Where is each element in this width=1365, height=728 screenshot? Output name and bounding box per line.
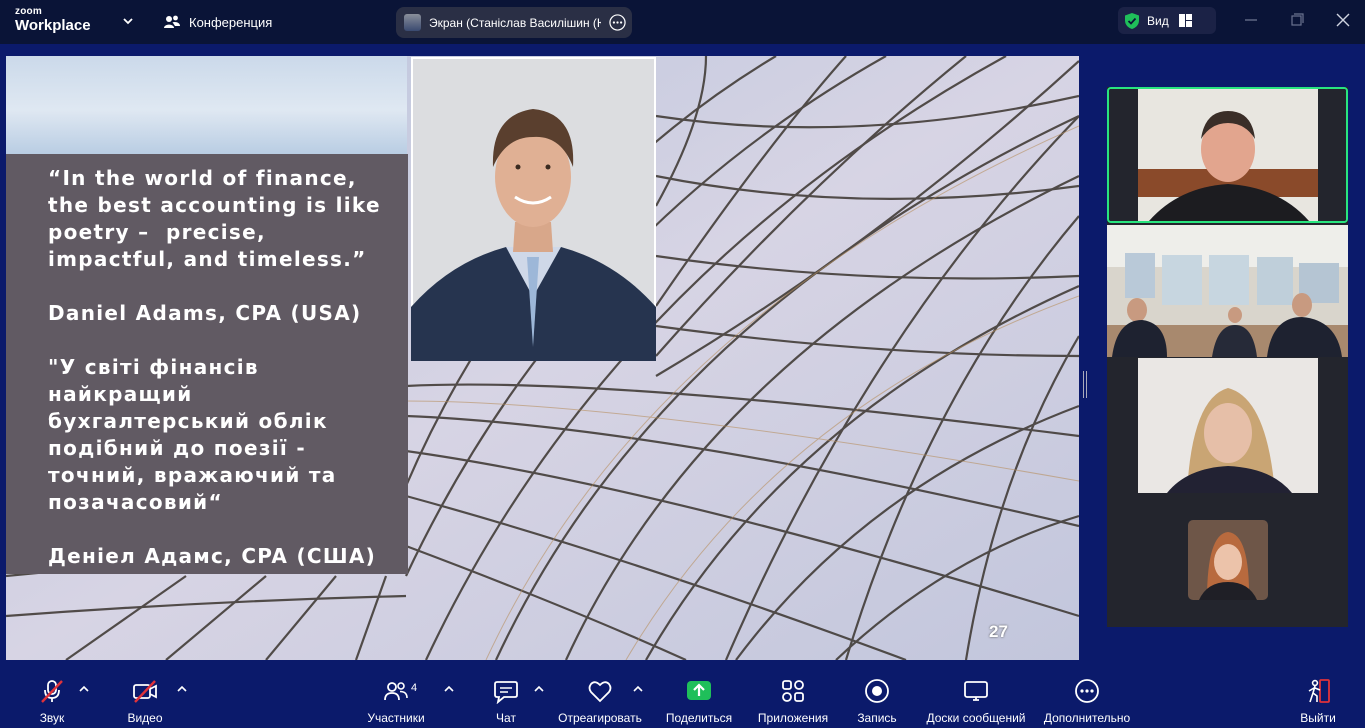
audio-label: Звук: [39, 711, 65, 725]
close-icon[interactable]: [1335, 12, 1351, 28]
quote-author-en: Daniel Adams, CPA (USA): [48, 301, 362, 325]
quote-line: “In the world of finance,: [48, 166, 357, 190]
quote-box: “In the world of finance, the best accou…: [6, 154, 408, 574]
quote-line: точний, вражаючий та: [48, 463, 337, 487]
zoom-logo[interactable]: zoom Workplace: [15, 6, 91, 34]
record-icon: [865, 679, 889, 703]
more-options-icon[interactable]: [609, 14, 626, 31]
participants-icon: [384, 682, 408, 701]
quote-line: poetry – precise,: [48, 220, 266, 244]
quote-author-ua: Деніел Адамс, CPA (США): [48, 544, 377, 568]
chat-button[interactable]: Чат: [490, 668, 522, 728]
apps-icon: [782, 680, 804, 702]
chat-icon: [494, 681, 518, 704]
record-button[interactable]: Запись: [854, 668, 900, 728]
presenter-avatar: [404, 14, 421, 31]
chat-label: Чат: [496, 711, 516, 725]
view-label: Вид: [1147, 13, 1169, 28]
participants-options-caret-icon[interactable]: [443, 684, 455, 694]
quote-line: impactful, and timeless.”: [48, 247, 367, 271]
participants-button[interactable]: Участники: [364, 668, 428, 728]
meeting-toolbar: Звук Видео Участники 4 Чат Отреагировать…: [0, 668, 1365, 728]
view-button[interactable]: Вид: [1118, 7, 1216, 34]
participants-count-badge: 4: [411, 682, 418, 694]
microphone-muted-icon: [41, 680, 63, 703]
top-bar: zoom Workplace Конференция Экран (Станіс…: [0, 0, 1365, 44]
video-button[interactable]: Видео: [125, 668, 165, 728]
conference-label: Конференция: [189, 14, 273, 30]
video-label: Видео: [127, 711, 163, 725]
camera-off-icon: [133, 680, 157, 703]
participant-video-tile-active[interactable]: [1107, 87, 1348, 223]
participants-video-panel: [1107, 87, 1348, 627]
whiteboards-label: Доски сообщений: [926, 711, 1026, 725]
apps-button[interactable]: Приложения: [753, 668, 833, 728]
shield-check-icon[interactable]: [1123, 12, 1141, 30]
whiteboard-icon: [964, 681, 988, 701]
leave-icon: [1308, 679, 1330, 703]
quote-line: "У світі фінансів: [48, 355, 259, 379]
quote-line: подібний до поезії -: [48, 436, 306, 460]
leave-button[interactable]: Выйти: [1298, 668, 1338, 728]
participant-video-tile-woman[interactable]: [1107, 358, 1348, 493]
react-button[interactable]: Отреагировать: [556, 668, 644, 728]
screen-share-label: Экран (Станіслав Василішин (ЮФ: [429, 15, 601, 30]
share-label: Поделиться: [665, 711, 733, 725]
slide-page-number: 27: [989, 622, 1008, 641]
participant-avatar-tile[interactable]: [1107, 494, 1348, 627]
shared-screen: “In the world of finance, the best accou…: [6, 56, 1079, 660]
more-button[interactable]: Дополнительно: [1041, 668, 1133, 728]
participant-video-tile-classroom[interactable]: [1107, 225, 1348, 357]
chat-options-caret-icon[interactable]: [533, 684, 545, 694]
quote-line: позачасовий“: [48, 490, 223, 514]
minimize-icon[interactable]: [1243, 12, 1259, 28]
grid-view-icon: [1178, 14, 1192, 27]
sky-strip: [6, 56, 407, 154]
quote-line: бухгалтерський облік: [48, 409, 328, 433]
apps-label: Приложения: [757, 711, 829, 725]
leave-label: Выйти: [1300, 711, 1336, 725]
heart-icon: [588, 681, 612, 703]
logo-big-text: Workplace: [15, 17, 91, 34]
react-options-caret-icon[interactable]: [632, 684, 644, 694]
quote-line: найкращий: [48, 382, 193, 406]
chevron-down-icon[interactable]: [121, 14, 135, 28]
share-screen-button[interactable]: Поделиться: [664, 668, 734, 728]
people-icon: [164, 15, 180, 28]
whiteboards-button[interactable]: Доски сообщений: [923, 668, 1029, 728]
audio-button[interactable]: Звук: [36, 668, 68, 728]
maximize-icon[interactable]: [1289, 12, 1305, 28]
react-label: Отреагировать: [558, 711, 642, 725]
record-label: Запись: [857, 711, 897, 725]
share-screen-icon: [687, 681, 711, 700]
resize-handle[interactable]: [1083, 371, 1087, 398]
more-label: Дополнительно: [1043, 711, 1131, 725]
quote-line: the best accounting is like: [48, 193, 381, 217]
video-options-caret-icon[interactable]: [176, 684, 188, 694]
conference-info-button[interactable]: Конференция: [163, 13, 272, 31]
author-portrait: [411, 57, 656, 361]
more-icon: [1075, 679, 1099, 703]
audio-options-caret-icon[interactable]: [78, 684, 90, 694]
logo-small-text: zoom: [15, 6, 42, 17]
screen-share-indicator[interactable]: Экран (Станіслав Василішин (ЮФ: [396, 7, 632, 38]
participants-label: Участники: [367, 711, 425, 725]
